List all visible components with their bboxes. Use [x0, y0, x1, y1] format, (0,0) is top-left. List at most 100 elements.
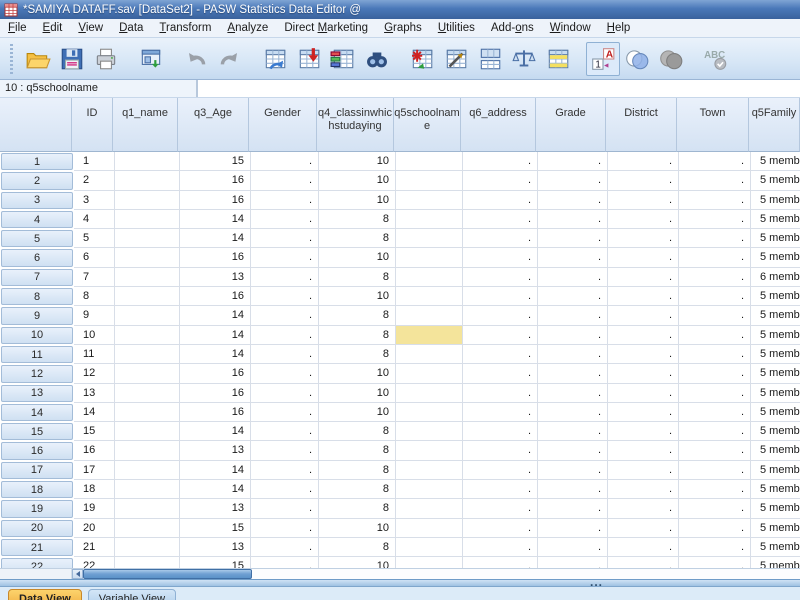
cell-Grade-row18[interactable]: . — [538, 480, 608, 500]
row-number-cell[interactable]: 22 — [1, 558, 73, 568]
row-number-cell[interactable]: 16 — [1, 442, 73, 460]
cell-Town-row13[interactable]: . — [679, 383, 751, 403]
toolbar-drag-handle[interactable] — [10, 43, 13, 74]
cell-Town-row2[interactable]: . — [679, 171, 751, 191]
cell-q5schoolname-row13[interactable] — [396, 383, 463, 403]
cell-Gender-row3[interactable]: . — [251, 190, 319, 210]
cell-q1_name-row17[interactable] — [115, 460, 180, 481]
cell-q3_Age-row3[interactable]: 16 — [180, 190, 251, 210]
cell-q4_classinwhichstudaying-row1[interactable]: 10 — [319, 152, 396, 172]
cell-q5Family-row6[interactable]: 5 memb — [751, 248, 800, 268]
menu-data[interactable]: Data — [111, 20, 151, 36]
cell-q5Family-row20[interactable]: 5 memb — [751, 519, 800, 538]
cell-q3_Age-row15[interactable]: 14 — [180, 422, 251, 442]
cell-Grade-row17[interactable]: . — [538, 460, 608, 481]
cell-District-row3[interactable]: . — [608, 190, 679, 210]
cell-q6_address-row12[interactable]: . — [463, 364, 538, 384]
cell-District-row4[interactable]: . — [608, 209, 679, 230]
cell-q5Family-row3[interactable]: 5 memb — [751, 191, 800, 210]
cell-q1_name-row20[interactable] — [115, 518, 180, 538]
undo-button[interactable] — [179, 42, 213, 76]
cell-q1_name-row15[interactable] — [115, 422, 180, 442]
menu-utilities[interactable]: Utilities — [430, 20, 483, 36]
cell-Town-row9[interactable]: . — [679, 306, 751, 326]
cell-q5schoolname-row1[interactable] — [396, 152, 463, 172]
spell-check-button[interactable]: ABC — [699, 42, 733, 76]
cell-District-row13[interactable]: . — [608, 383, 679, 403]
cell-Gender-row10[interactable]: . — [251, 325, 319, 345]
cell-q5schoolname-row16[interactable] — [396, 441, 463, 461]
cell-q5Family-row8[interactable]: 5 memb — [751, 287, 800, 307]
cell-q6_address-row14[interactable]: . — [463, 402, 538, 423]
row-number-cell[interactable]: 19 — [1, 500, 73, 518]
cell-ID-row7[interactable]: 7 — [74, 267, 115, 288]
cell-q6_address-row20[interactable]: . — [463, 518, 538, 538]
use-variable-sets-button[interactable] — [620, 42, 654, 76]
cell-District-row20[interactable]: . — [608, 518, 679, 538]
cell-Grade-row5[interactable]: . — [538, 229, 608, 249]
cell-q5schoolname-row4[interactable] — [396, 209, 463, 230]
cell-q4_classinwhichstudaying-row17[interactable]: 8 — [319, 460, 396, 481]
cell-q3_Age-row16[interactable]: 13 — [180, 441, 251, 461]
cell-q5schoolname-row17[interactable] — [396, 460, 463, 481]
cell-q1_name-row2[interactable] — [115, 171, 180, 191]
cell-q5Family-row14[interactable]: 5 memb — [751, 403, 800, 423]
cell-Grade-row14[interactable]: . — [538, 402, 608, 423]
cell-q3_Age-row7[interactable]: 13 — [180, 267, 251, 288]
cell-q3_Age-row20[interactable]: 15 — [180, 518, 251, 538]
show-all-variables-button[interactable] — [654, 42, 688, 76]
cell-Gender-row5[interactable]: . — [251, 229, 319, 249]
cell-q1_name-row21[interactable] — [115, 537, 180, 558]
redo-button[interactable] — [213, 42, 247, 76]
cell-Gender-row22[interactable]: . — [251, 557, 319, 568]
split-file-button[interactable] — [473, 42, 507, 76]
cell-q3_Age-row6[interactable]: 16 — [180, 248, 251, 268]
cell-Town-row8[interactable]: . — [679, 287, 751, 307]
cell-District-row10[interactable]: . — [608, 325, 679, 345]
cell-q5Family-row13[interactable]: 5 memb — [751, 384, 800, 403]
cell-q6_address-row18[interactable]: . — [463, 480, 538, 500]
row-number-cell[interactable]: 4 — [1, 210, 73, 229]
cell-Town-row6[interactable]: . — [679, 248, 751, 268]
cell-Gender-row4[interactable]: . — [251, 209, 319, 230]
cell-q3_Age-row10[interactable]: 14 — [180, 325, 251, 345]
scrollbar-track[interactable] — [252, 569, 800, 579]
cell-Town-row14[interactable]: . — [679, 402, 751, 423]
cell-Town-row5[interactable]: . — [679, 229, 751, 249]
cell-q3_Age-row11[interactable]: 14 — [180, 344, 251, 365]
menu-add-ons[interactable]: Add-ons — [483, 20, 542, 36]
cell-q4_classinwhichstudaying-row22[interactable]: 10 — [319, 557, 396, 568]
cell-q3_Age-row17[interactable]: 14 — [180, 460, 251, 481]
cell-Town-row17[interactable]: . — [679, 460, 751, 481]
menu-analyze[interactable]: Analyze — [219, 20, 276, 36]
menu-help[interactable]: Help — [599, 20, 639, 36]
open-data-button[interactable] — [21, 42, 55, 76]
cell-District-row16[interactable]: . — [608, 441, 679, 461]
row-number-cell[interactable]: 12 — [1, 365, 73, 383]
cell-Grade-row12[interactable]: . — [538, 364, 608, 384]
row-number-cell[interactable]: 11 — [1, 345, 73, 364]
cell-q4_classinwhichstudaying-row2[interactable]: 10 — [319, 171, 396, 191]
cell-q6_address-row1[interactable]: . — [463, 152, 538, 172]
cell-Grade-row13[interactable]: . — [538, 383, 608, 403]
menu-edit[interactable]: Edit — [35, 20, 71, 36]
cell-Grade-row3[interactable]: . — [538, 190, 608, 210]
cell-ID-row20[interactable]: 20 — [74, 518, 115, 538]
cell-q4_classinwhichstudaying-row3[interactable]: 10 — [319, 190, 396, 210]
cell-ID-row1[interactable]: 1 — [74, 152, 115, 172]
row-number-cell[interactable]: 7 — [1, 268, 73, 287]
cell-Grade-row1[interactable]: . — [538, 152, 608, 172]
cell-q5schoolname-row14[interactable] — [396, 402, 463, 423]
row-number-cell[interactable]: 8 — [1, 288, 73, 306]
column-header-q6_address[interactable]: q6_address — [461, 98, 536, 152]
cell-Grade-row20[interactable]: . — [538, 518, 608, 538]
cell-q1_name-row14[interactable] — [115, 402, 180, 423]
cell-Town-row22[interactable]: . — [679, 557, 751, 568]
row-number-cell[interactable]: 1 — [1, 153, 73, 171]
cell-ID-row12[interactable]: 12 — [74, 364, 115, 384]
cell-q1_name-row4[interactable] — [115, 209, 180, 230]
cell-q5Family-row1[interactable]: 5 memb — [751, 152, 800, 172]
cell-q4_classinwhichstudaying-row16[interactable]: 8 — [319, 441, 396, 461]
cell-q4_classinwhichstudaying-row14[interactable]: 10 — [319, 402, 396, 423]
menu-direct-marketing[interactable]: Direct Marketing — [276, 20, 376, 36]
